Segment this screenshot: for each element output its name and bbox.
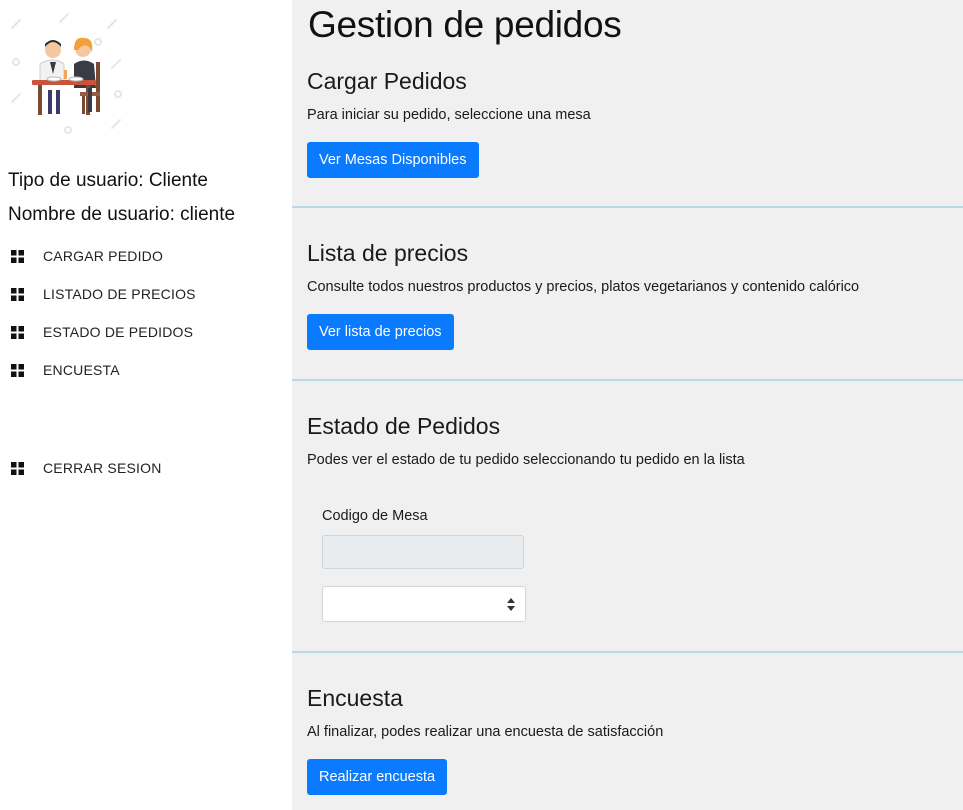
section-title-encuesta: Encuesta [307, 685, 403, 711]
grid-icon [11, 325, 24, 339]
grid-icon [11, 363, 24, 377]
section-text-cargar-pedidos: Para iniciar su pedido, seleccione una m… [307, 107, 591, 123]
nav-item-label: CERRAR SESION [43, 460, 162, 476]
ver-lista-de-precios-button[interactable]: Ver lista de precios [307, 314, 454, 350]
section-divider [292, 206, 963, 208]
select-arrows-icon [507, 598, 515, 611]
codigo-de-mesa-label: Codigo de Mesa [322, 508, 428, 524]
nav-item-estado-de-pedidos[interactable]: ESTADO DE PEDIDOS [11, 321, 193, 343]
section-title-estado-de-pedidos: Estado de Pedidos [307, 413, 501, 439]
nav-item-label: ESTADO DE PEDIDOS [43, 324, 194, 340]
section-divider [292, 379, 963, 381]
section-divider [292, 651, 963, 653]
codigo-de-mesa-field[interactable] [322, 535, 524, 569]
section-title-lista-de-precios: Lista de precios [307, 240, 469, 266]
nav-item-encuesta[interactable]: ENCUESTA [11, 359, 120, 381]
nav-item-label: CARGAR PEDIDO [43, 248, 164, 264]
section-text-encuesta: Al finalizar, podes realizar una encuest… [307, 724, 664, 740]
grid-icon [11, 287, 24, 301]
pedido-select[interactable] [322, 586, 526, 622]
user-type-label: Tipo de usuario: Cliente [8, 170, 208, 191]
restaurant-logo-icon [11, 13, 122, 134]
user-name-label: Nombre de usuario: cliente [8, 204, 236, 225]
grid-icon [11, 461, 24, 475]
main-content: Gestion de pedidos Cargar Pedidos Para i… [292, 0, 963, 810]
section-text-estado-de-pedidos: Podes ver el estado de tu pedido selecci… [307, 452, 745, 468]
nav-item-cargar-pedido[interactable]: CARGAR PEDIDO [11, 245, 163, 267]
ver-mesas-disponibles-button[interactable]: Ver Mesas Disponibles [307, 142, 479, 178]
sidebar: Tipo de usuario: Cliente Nombre de usuar… [0, 0, 292, 810]
section-text-lista-de-precios: Consulte todos nuestros productos y prec… [307, 279, 860, 295]
section-title-cargar-pedidos: Cargar Pedidos [307, 68, 467, 94]
nav-item-listado-de-precios[interactable]: LISTADO DE PRECIOS [11, 283, 196, 305]
nav-item-label: ENCUESTA [43, 362, 120, 378]
realizar-encuesta-button[interactable]: Realizar encuesta [307, 759, 448, 795]
grid-icon [11, 249, 24, 263]
nav-item-cerrar-sesion[interactable]: CERRAR SESION [11, 457, 162, 479]
page-title: Gestion de pedidos [308, 4, 622, 45]
app-root: Tipo de usuario: Cliente Nombre de usuar… [0, 0, 963, 810]
nav-item-label: LISTADO DE PRECIOS [43, 286, 196, 302]
